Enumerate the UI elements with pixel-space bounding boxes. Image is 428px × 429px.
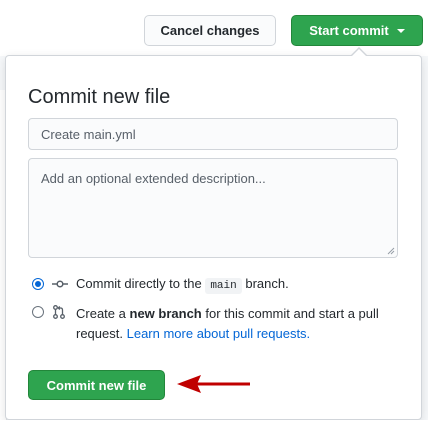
option-direct-prefix: Commit directly to the: [76, 276, 202, 291]
git-commit-icon: [52, 280, 68, 288]
cancel-changes-button[interactable]: Cancel changes: [144, 15, 276, 46]
cancel-changes-label: Cancel changes: [160, 23, 260, 38]
page-bottom: [0, 420, 428, 429]
radio-new-branch[interactable]: [32, 306, 44, 318]
panel-pointer-inner: [352, 49, 366, 56]
caret-down-icon: [396, 28, 405, 33]
option-new-branch-bold: new branch: [129, 306, 202, 321]
learn-more-pull-requests-link[interactable]: Learn more about pull requests.: [127, 326, 311, 341]
branch-name-code: main: [205, 278, 242, 294]
commit-description-textarea[interactable]: [28, 158, 398, 258]
option-new-branch-prefix: Create a: [76, 306, 126, 321]
option-new-branch-text: Create a new branch for this commit and …: [76, 304, 406, 344]
option-direct-suffix: branch.: [245, 276, 289, 291]
annotation-arrow-icon: [177, 375, 250, 393]
resize-grip-icon[interactable]: [387, 247, 395, 255]
commit-new-file-label: Commit new file: [46, 377, 147, 393]
commit-summary-input[interactable]: [28, 118, 398, 150]
start-commit-button[interactable]: Start commit: [291, 15, 423, 46]
option-commit-directly-text: Commit directly to the main branch.: [76, 274, 289, 296]
radio-commit-directly[interactable]: [32, 278, 44, 290]
commit-new-file-button[interactable]: Commit new file: [28, 370, 165, 400]
panel-title: Commit new file: [28, 86, 171, 108]
git-pull-request-icon: [53, 305, 65, 319]
start-commit-label: Start commit: [309, 23, 389, 38]
